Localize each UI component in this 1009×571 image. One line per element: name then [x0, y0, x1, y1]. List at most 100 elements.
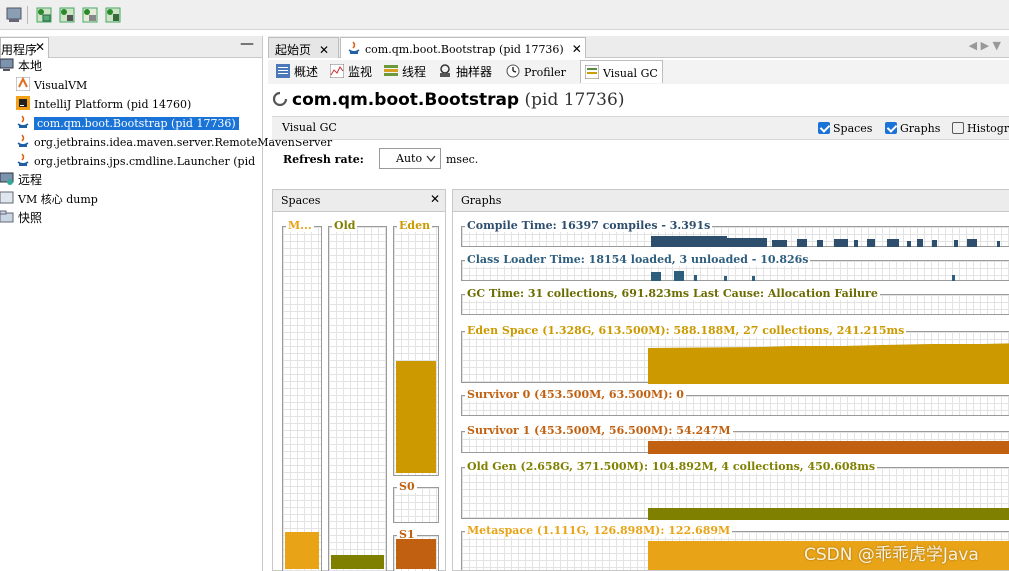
graph-label: Survivor 0 (453.500M, 63.500M): 0 — [465, 388, 686, 401]
graphs-panel-title: Graphs — [461, 194, 502, 207]
graph-old-gen: Old Gen (2.658G, 371.500M): 104.892M, 4 … — [461, 460, 1009, 520]
intellij-icon — [16, 96, 30, 110]
graph-gc-time: GC Time: 31 collections, 691.823ms Last … — [461, 287, 1009, 315]
close-icon[interactable]: ✕ — [430, 192, 440, 206]
graph-bar — [887, 239, 899, 247]
chevron-down-icon — [426, 155, 436, 163]
graph-bar — [651, 236, 727, 247]
visual-gc-toolbar: Visual GC Spaces Graphs Histogr — [272, 116, 1009, 140]
space-label: M... — [286, 219, 314, 232]
graph-bar — [727, 238, 767, 247]
graph-bar — [907, 241, 911, 247]
network-icon — [0, 172, 14, 185]
sub-tabbar: 概述 监视 线程 抽样器 Profiler Visual GC — [268, 60, 1009, 84]
graph-bar — [967, 239, 977, 247]
graph-bar — [932, 240, 937, 247]
close-icon[interactable]: ✕ — [35, 40, 45, 54]
graph-bar — [867, 239, 875, 247]
core-dump-icon — [0, 191, 14, 204]
tree-item-snapshots[interactable]: 快照 — [0, 209, 42, 228]
graph-label: GC Time: 31 collections, 691.823ms Last … — [465, 287, 880, 300]
space-fill — [331, 555, 384, 569]
tree-item-visualvm[interactable]: VisualVM — [16, 76, 87, 95]
profiler-icon — [506, 64, 520, 78]
checkbox-checked-icon — [818, 122, 830, 134]
graph-plot — [648, 441, 1009, 454]
applications-panel: 用程序 ✕ — 本地 VisualVM IntelliJ Platform (p… — [0, 36, 332, 571]
spaces-panel-header: Spaces ✕ — [273, 190, 445, 212]
checkbox-unchecked-icon — [952, 122, 964, 134]
tree-item-jps-launcher[interactable]: org.jetbrains.jps.cmdline.Launcher (pid — [16, 152, 255, 171]
java-icon — [348, 41, 360, 54]
java-icon — [17, 153, 29, 166]
refresh-rate-select[interactable]: Auto — [379, 148, 441, 169]
applications-tabbar: 用程序 ✕ — — [0, 36, 262, 58]
applications-tab[interactable]: 用程序 ✕ — [0, 37, 49, 58]
space-column-s0: S0 — [393, 480, 439, 523]
monitor-icon — [330, 64, 344, 78]
graph-bar — [954, 240, 958, 247]
checkbox-checked-icon — [885, 122, 897, 134]
add-snapshot-icon[interactable] — [81, 6, 99, 24]
space-column-s1: S1 — [393, 528, 439, 571]
graph-bar — [854, 240, 858, 247]
spaces-checkbox[interactable]: Spaces — [818, 122, 872, 135]
add-heap-dump-icon[interactable] — [58, 6, 76, 24]
tab-label: 起始页 — [275, 43, 312, 57]
graph-bar — [834, 239, 848, 247]
tree-item-remote[interactable]: 远程 — [0, 171, 42, 190]
document-tabbar: 起始页 ✕ com.qm.boot.Bootstrap (pid 17736) ✕ … — [268, 36, 1009, 58]
space-column-eden: Eden — [393, 219, 439, 476]
tree-item-intellij[interactable]: IntelliJ Platform (pid 14760) — [16, 95, 191, 114]
histogram-checkbox[interactable]: Histogr — [952, 122, 1009, 135]
space-label: S0 — [397, 480, 417, 493]
compare-icon[interactable] — [104, 6, 122, 24]
graph-bar — [651, 272, 661, 281]
tab-navigation-arrows[interactable]: ◀ ▶ ▼ — [969, 39, 1001, 52]
tab-overview[interactable]: 概述 — [272, 60, 322, 83]
tab-sampler[interactable]: 抽样器 — [434, 60, 496, 83]
java-icon — [17, 134, 29, 147]
minimize-icon[interactable]: — — [240, 36, 254, 52]
visualvm-icon — [16, 77, 30, 91]
graph-area — [648, 343, 1009, 384]
graph-plot — [648, 343, 1009, 384]
graphs-checkbox[interactable]: Graphs — [885, 122, 940, 135]
tab-threads[interactable]: 线程 — [380, 60, 430, 83]
close-icon[interactable]: ✕ — [319, 43, 329, 57]
process-title: com.qm.boot.Bootstrap — [292, 90, 520, 110]
graphs-panel-header: Graphs — [453, 190, 1009, 212]
graphs-panel: Graphs Compile Time: 16397 compiles - 3.… — [452, 189, 1009, 571]
tree-item-bootstrap[interactable]: com.qm.boot.Bootstrap (pid 17736) — [16, 114, 239, 133]
space-fill — [396, 361, 436, 473]
tree-item-core-dump[interactable]: VM 核心 dump — [0, 190, 98, 209]
graph-plot — [651, 236, 1000, 247]
graph-class-loader-time: Class Loader Time: 18154 loaded, 3 unloa… — [461, 253, 1009, 281]
graph-bar — [724, 276, 727, 281]
computer-icon — [0, 58, 14, 71]
graph-bar — [772, 240, 787, 247]
snapshot-folder-icon — [0, 210, 14, 223]
snapshot-icon[interactable] — [5, 6, 23, 24]
refresh-rate-unit: msec. — [446, 153, 479, 166]
tab-profiler[interactable]: Profiler — [502, 60, 570, 83]
tab-monitor[interactable]: 监视 — [326, 60, 376, 83]
tab-bootstrap[interactable]: com.qm.boot.Bootstrap (pid 17736) ✕ — [340, 37, 586, 58]
add-jmx-icon[interactable] — [35, 6, 53, 24]
close-icon[interactable]: ✕ — [572, 42, 582, 56]
graph-area — [648, 508, 1009, 520]
tab-start-page[interactable]: 起始页 ✕ — [268, 37, 339, 58]
space-fill — [396, 539, 436, 569]
space-label: Old — [332, 219, 358, 232]
visualgc-icon — [585, 65, 599, 79]
graph-bar — [917, 239, 923, 247]
graph-area — [648, 441, 1009, 454]
space-label: Eden — [397, 219, 433, 232]
graph-bar — [997, 241, 1000, 247]
graph-bar — [797, 239, 807, 247]
tree-item-local[interactable]: 本地 — [0, 57, 42, 76]
java-icon — [17, 115, 29, 128]
tab-visual-gc[interactable]: Visual GC — [580, 60, 663, 83]
visual-gc-title: Visual GC — [282, 121, 337, 134]
graph-survivor-0: Survivor 0 (453.500M, 63.500M): 0 — [461, 388, 1009, 416]
